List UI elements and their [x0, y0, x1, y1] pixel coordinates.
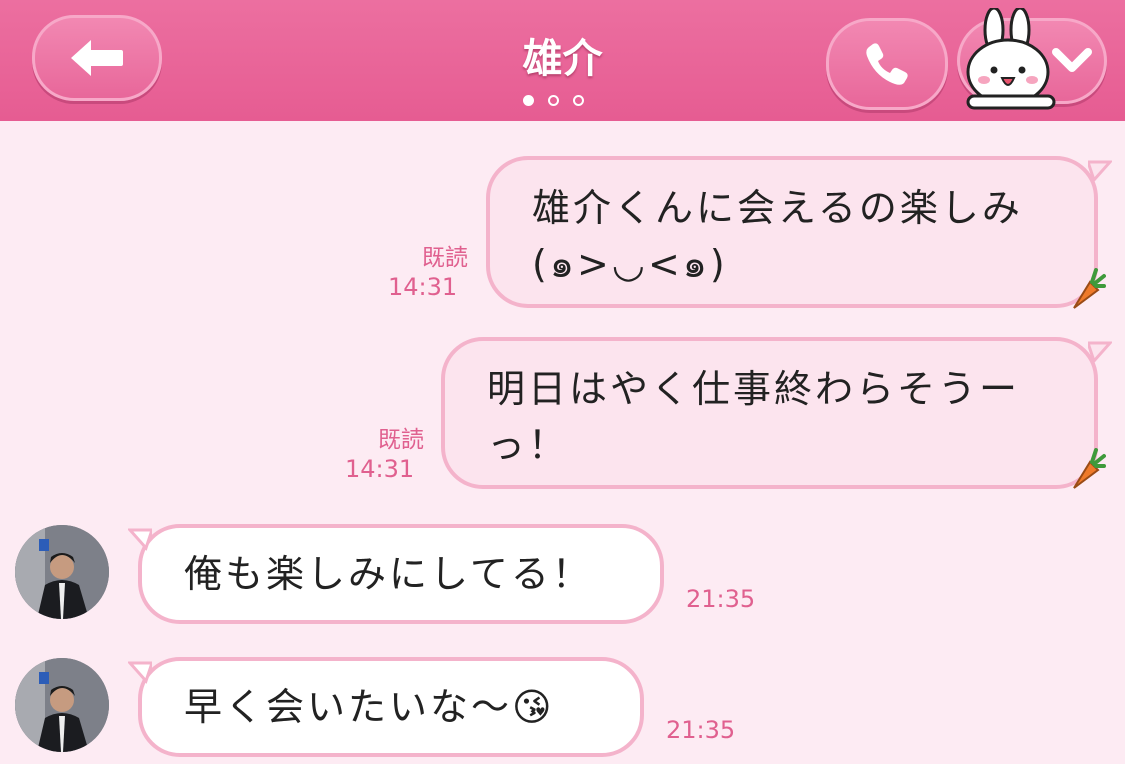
message-bubble-out[interactable]: 雄介くんに会えるの楽しみ (๑>◡<๑) [486, 156, 1098, 308]
bubble-tail [1088, 341, 1112, 364]
message-text: 雄介くんに会えるの楽しみ (๑>◡<๑) [532, 186, 1023, 286]
avatar-icon [15, 525, 109, 619]
page-dot-2 [548, 95, 559, 106]
message-text: 俺も楽しみにしてる！ [184, 552, 593, 596]
message-text: 早く会いたいな〜😘 [184, 685, 555, 729]
message-time: 21:35 [686, 585, 756, 613]
message-bubble-out[interactable]: 明日はやく仕事終わらそうー っ！ [441, 337, 1098, 489]
avatar-icon [15, 658, 109, 752]
page-dot-1 [523, 95, 534, 106]
bubble-tail [128, 528, 152, 551]
read-receipt: 既読 [378, 427, 424, 453]
message-time: 21:35 [666, 716, 736, 744]
message-text: 明日はやく仕事終わらそうー っ！ [487, 367, 1021, 467]
phone-icon [866, 43, 908, 85]
message-bubble-in[interactable]: 俺も楽しみにしてる！ [138, 524, 664, 624]
bubble-tail [128, 661, 152, 684]
bubble-tail [1088, 160, 1112, 183]
page-dot-3 [573, 95, 584, 106]
message-time: 14:31 [388, 273, 458, 301]
carrot-icon [1073, 448, 1106, 489]
chat-header: 雄介 [0, 0, 1125, 121]
avatar[interactable] [15, 658, 109, 752]
carrot-icon [1073, 268, 1106, 309]
message-time: 14:31 [345, 455, 415, 483]
page-indicator [523, 95, 584, 106]
call-button[interactable] [826, 18, 948, 110]
read-receipt: 既読 [422, 245, 468, 271]
chat-title: 雄介 [522, 36, 603, 82]
bunny-sticker-icon [966, 8, 1056, 110]
message-bubble-in[interactable]: 早く会いたいな〜😘 [138, 657, 644, 757]
avatar[interactable] [15, 525, 109, 619]
